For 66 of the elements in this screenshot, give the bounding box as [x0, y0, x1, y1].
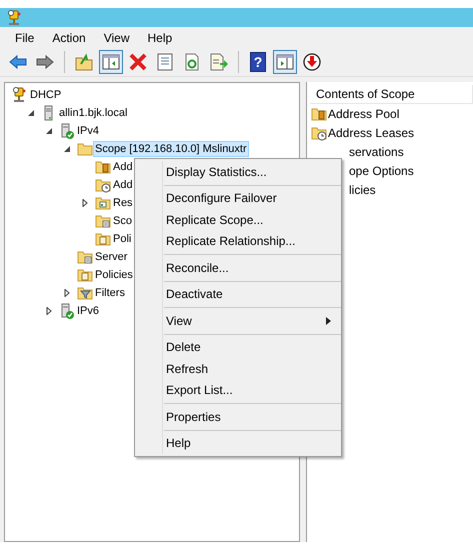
delete-icon	[128, 52, 148, 72]
expand-triangle-icon[interactable]	[81, 199, 89, 207]
list-item[interactable]: licies	[349, 182, 376, 196]
menu-item[interactable]: Refresh	[135, 358, 341, 380]
server-check-icon	[59, 303, 75, 319]
folder-up-icon	[74, 52, 94, 72]
action-pane-icon	[275, 52, 295, 72]
column-header[interactable]: Contents of Scope	[310, 85, 473, 104]
list-item[interactable]: Address Pool	[328, 106, 400, 120]
toolbar-button[interactable]	[273, 50, 297, 74]
folder-funnel-icon	[77, 285, 93, 301]
menu-item[interactable]: Export List...	[135, 380, 341, 401]
menu-item[interactable]: Delete	[135, 336, 341, 358]
tree-item[interactable]: IPv4	[75, 123, 102, 139]
menu-item[interactable]: Help	[138, 28, 182, 46]
menu-item[interactable]: Reconcile...	[135, 257, 341, 278]
menu-item[interactable]: Help	[135, 432, 341, 454]
folder-list-icon	[77, 249, 93, 265]
back-arrow-icon	[8, 52, 28, 72]
folder-document-icon	[95, 231, 111, 247]
tree-item[interactable]: Res	[111, 195, 135, 211]
tree-item[interactable]: Add	[111, 159, 135, 175]
folder-clock-icon	[311, 124, 327, 140]
menu-item[interactable]: Replicate Relationship...	[135, 230, 341, 252]
expand-triangle-icon[interactable]	[45, 307, 53, 315]
tree-item[interactable]: DHCP	[28, 87, 64, 103]
export-list-icon	[209, 52, 229, 72]
tree-item[interactable]: Server	[93, 249, 130, 265]
collapse-triangle-icon[interactable]	[63, 145, 71, 153]
properties-icon	[155, 52, 175, 72]
folder-book-icon	[95, 159, 111, 175]
menu-item[interactable]: Deactivate	[135, 284, 341, 305]
menu-item[interactable]: File	[6, 28, 44, 46]
tree-item[interactable]: Filters	[93, 285, 127, 301]
tree-item[interactable]: allin1.bjk.local	[57, 105, 130, 121]
tree-item[interactable]: Scope [192.168.10.0] Mslinuxtr	[93, 141, 249, 157]
server-check-icon	[59, 123, 75, 139]
folder-icon	[77, 141, 93, 157]
menu-item[interactable]: Display Statistics...	[135, 161, 341, 182]
collapse-triangle-icon[interactable]	[45, 127, 53, 135]
menu-item[interactable]: Deconfigure Failover	[135, 188, 341, 209]
list-item[interactable]: Address Leases	[328, 126, 414, 140]
list-item[interactable]: servations	[349, 144, 404, 158]
forward-arrow-icon	[35, 52, 55, 72]
console-tree-icon	[101, 52, 121, 72]
folder-book-icon	[311, 106, 327, 122]
folder-document-icon	[77, 267, 93, 283]
expand-triangle-icon[interactable]	[63, 289, 71, 297]
tree-item[interactable]: Add	[111, 177, 135, 193]
tree-item[interactable]: Sco	[111, 213, 134, 229]
list-item[interactable]: ope Options	[349, 164, 414, 178]
folder-grid-icon	[95, 195, 111, 211]
folder-list-icon	[95, 213, 111, 229]
tree-item[interactable]: Poli	[111, 231, 134, 247]
menu-item[interactable]: View	[94, 28, 138, 46]
menu-item[interactable]: Properties	[135, 406, 341, 428]
menu-item[interactable]: Action	[43, 28, 95, 46]
menu-item[interactable]: View	[135, 310, 341, 332]
tree-item[interactable]: Policies	[93, 267, 135, 283]
dhcp-server-icon	[12, 87, 28, 103]
menu-item[interactable]: Replicate Scope...	[135, 209, 341, 230]
tree-item[interactable]: IPv6	[75, 303, 102, 319]
folder-clock-icon	[95, 177, 111, 193]
collapse-triangle-icon[interactable]	[27, 109, 35, 117]
dhcp-server-icon	[7, 10, 23, 26]
toolbar-button[interactable]	[99, 50, 123, 74]
